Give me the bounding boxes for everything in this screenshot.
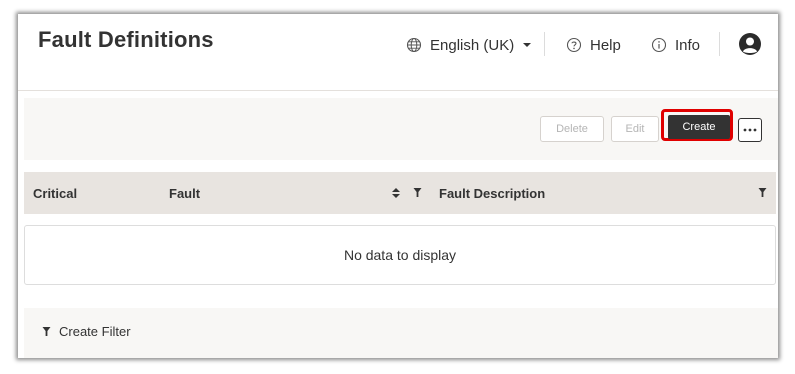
- table-header-row: Critical Fault Fault Description: [24, 172, 776, 214]
- info-circle-icon: [651, 37, 667, 53]
- empty-message: No data to display: [343, 247, 457, 263]
- page-header: Fault Definitions English (UK) Help Info: [18, 14, 778, 91]
- page-title: Fault Definitions: [38, 27, 214, 52]
- column-header-critical[interactable]: Critical: [33, 172, 77, 214]
- filter-bar: Create Filter: [24, 308, 778, 358]
- help-link[interactable]: Help: [566, 34, 621, 56]
- empty-state: No data to display: [24, 225, 776, 285]
- language-label: English (UK): [430, 36, 515, 54]
- header-divider: [544, 32, 545, 56]
- edit-button[interactable]: Edit: [611, 116, 659, 142]
- info-link[interactable]: Info: [651, 34, 700, 56]
- header-divider: [719, 32, 720, 56]
- more-actions-button[interactable]: [738, 118, 762, 142]
- user-icon: [739, 33, 761, 55]
- globe-icon: [406, 37, 422, 53]
- create-filter-label: Create Filter: [59, 324, 131, 339]
- column-header-fault[interactable]: Fault: [169, 172, 200, 214]
- filter-icon: [42, 327, 51, 336]
- caret-down-icon: [523, 43, 532, 47]
- filter-icon[interactable]: [758, 187, 767, 198]
- ellipsis-icon: [743, 128, 757, 132]
- info-label: Info: [675, 36, 701, 54]
- user-avatar[interactable]: [738, 32, 762, 61]
- column-header-fault-description[interactable]: Fault Description: [439, 172, 545, 214]
- language-selector[interactable]: English (UK): [406, 34, 532, 56]
- filter-icon[interactable]: [413, 187, 422, 198]
- delete-button[interactable]: Delete: [540, 116, 604, 142]
- action-toolbar: Delete Edit Create: [24, 98, 778, 160]
- help-label: Help: [590, 36, 621, 54]
- create-button[interactable]: Create: [668, 115, 730, 139]
- question-circle-icon: [566, 37, 582, 53]
- create-filter-button[interactable]: Create Filter: [42, 324, 131, 339]
- app-window: Fault Definitions English (UK) Help Info…: [18, 14, 778, 358]
- sort-icon[interactable]: [391, 187, 401, 199]
